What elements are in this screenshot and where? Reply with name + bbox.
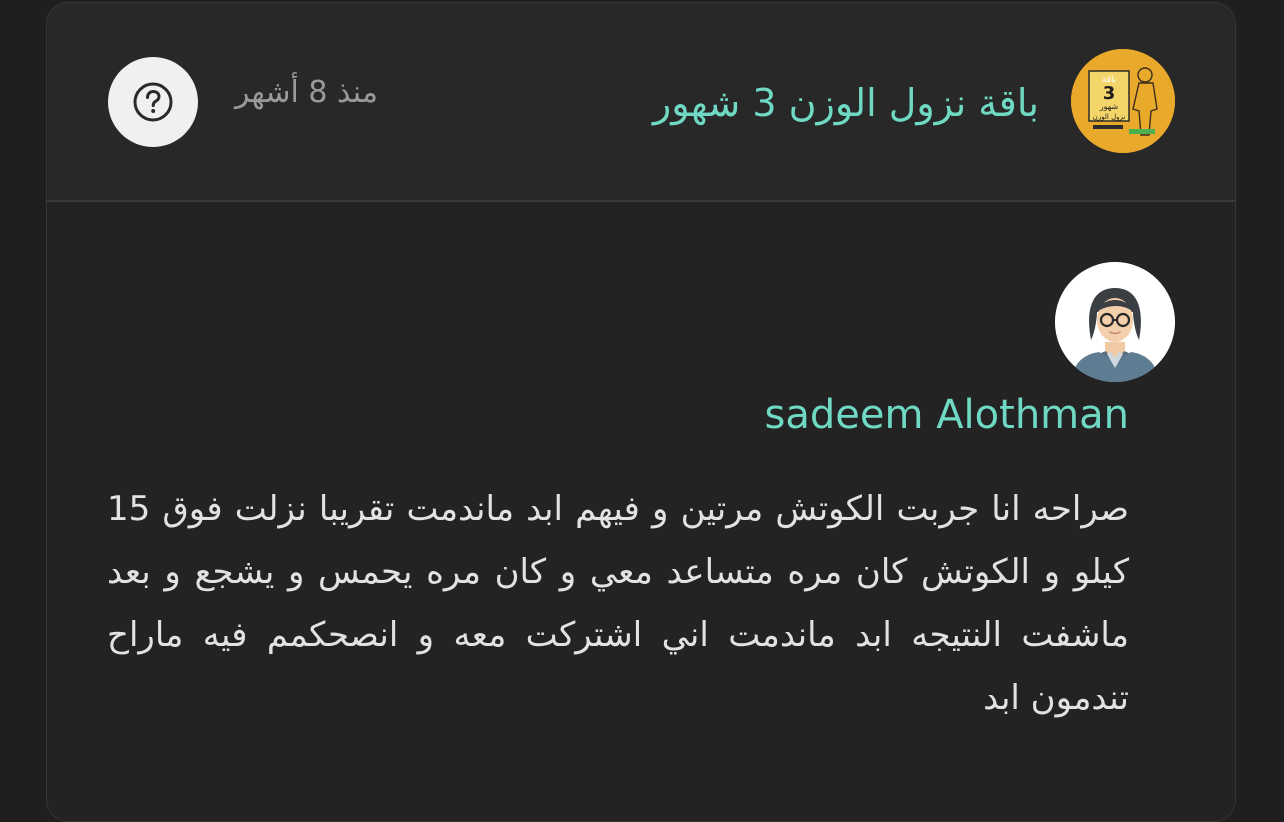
product-poster-image: باقة 3 شهور نزول الوزن	[1071, 49, 1175, 153]
review-card: منذ 8 أشهر باقة نزول الوزن 3 شهور باقة 3…	[46, 2, 1236, 822]
review-card-header: منذ 8 أشهر باقة نزول الوزن 3 شهور باقة 3…	[47, 3, 1235, 202]
review-text: صراحه انا جربت الكوتش مرتين و فيهم ابد م…	[107, 489, 1129, 718]
question-circle-icon	[133, 82, 173, 122]
reviewer-name: sadeem Alothman	[764, 392, 1129, 438]
review-body: sadeem Alothman صراحه انا جربت الكوتش مر…	[47, 202, 1235, 821]
product-title-link[interactable]: باقة نزول الوزن 3 شهور	[653, 81, 1039, 125]
product-thumbnail[interactable]: باقة 3 شهور نزول الوزن	[1071, 49, 1175, 153]
reviewer-avatar	[1055, 262, 1175, 382]
help-button[interactable]	[108, 57, 198, 147]
thumb-text-mid: شهور	[1099, 102, 1119, 111]
thumb-text-bottom: نزول الوزن	[1093, 113, 1126, 121]
review-date: منذ 8 أشهر	[235, 75, 378, 110]
thumb-number: 3	[1103, 83, 1116, 104]
female-avatar-icon	[1055, 262, 1175, 382]
